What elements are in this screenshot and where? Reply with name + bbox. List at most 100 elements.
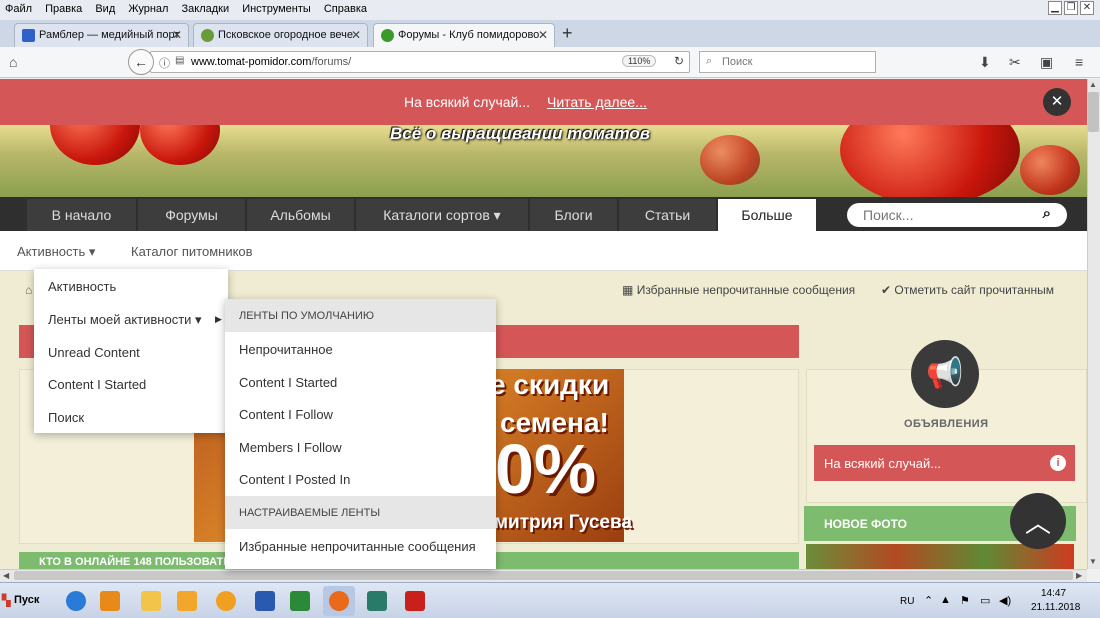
tray-expand-icon[interactable]: ⌃	[924, 594, 933, 607]
menu-view[interactable]: Вид	[90, 0, 120, 15]
language-indicator[interactable]: RU	[900, 596, 914, 607]
close-window-icon[interactable]: ✕	[1080, 1, 1094, 15]
scroll-up-icon[interactable]: ▲	[1089, 80, 1097, 89]
tab-close-icon[interactable]: ✕	[538, 28, 548, 42]
taskbar-firefox[interactable]	[323, 586, 355, 616]
info-icon[interactable]: ⓘ	[159, 55, 170, 71]
fav-unread-label: Избранные непрочитанные сообщения	[636, 283, 856, 297]
pskov-favicon-icon	[201, 29, 214, 42]
nav-blogs[interactable]: Блоги	[530, 199, 617, 231]
tomato-favicon-icon	[381, 29, 394, 42]
home-icon[interactable]: ⌂	[9, 54, 17, 70]
tab-rambler[interactable]: Рамблер — медийный порт ✕	[14, 23, 189, 47]
notice-close-button[interactable]: ✕	[1043, 88, 1071, 116]
nursery-catalog-link[interactable]: Каталог питомников	[131, 244, 253, 259]
site-search-placeholder: Поиск...	[863, 207, 914, 223]
reload-icon[interactable]: ↻	[674, 54, 684, 68]
taskbar-app[interactable]	[210, 586, 242, 616]
promo-line-1: е скидки	[490, 369, 610, 400]
stream-icon: ▦	[622, 283, 634, 297]
fav-unread-link[interactable]: ▦ Избранные непрочитанные сообщения	[622, 283, 855, 297]
taskbar-excel[interactable]	[284, 586, 316, 616]
announcement-item[interactable]: На всякий случай...	[814, 445, 1075, 481]
menu-edit[interactable]: Правка	[40, 0, 87, 15]
menu-bookmarks[interactable]: Закладки	[177, 0, 235, 15]
menu-file[interactable]: Файл	[0, 0, 37, 15]
search-icon[interactable]: ⌕	[1043, 205, 1051, 222]
taskbar-media[interactable]	[94, 586, 126, 616]
back-button[interactable]: ←	[128, 49, 154, 75]
tray-app-icon[interactable]: ▲	[940, 594, 951, 606]
scroll-down-icon[interactable]: ▼	[1089, 557, 1097, 566]
zoom-indicator[interactable]: 110%	[622, 55, 657, 67]
url-path: /forums/	[311, 56, 352, 68]
scroll-right-icon[interactable]: ▶	[1076, 571, 1082, 580]
volume-icon[interactable]: ◀)	[999, 594, 1011, 607]
stream-unread[interactable]: Непрочитанное	[239, 342, 333, 357]
hamburger-menu-icon[interactable]: ≡	[1075, 54, 1083, 70]
nav-albums[interactable]: Альбомы	[247, 199, 354, 231]
site-search-input[interactable]: Поиск... ⌕	[847, 203, 1067, 227]
clock-date[interactable]: 21.11.2018	[1031, 602, 1080, 613]
menu-search[interactable]: Поиск	[48, 410, 84, 425]
activity-menu-toggle[interactable]: Активность ▾	[17, 244, 95, 260]
restore-icon[interactable]: ❐	[1064, 1, 1078, 15]
taskbar-pdf[interactable]	[399, 586, 431, 616]
info-icon[interactable]: i	[1050, 455, 1066, 471]
main-nav: В начало Форумы Альбомы Каталоги сортов …	[0, 197, 1087, 231]
stream-content-follow[interactable]: Content I Follow	[239, 407, 333, 422]
menu-help[interactable]: Справка	[319, 0, 372, 15]
outlook-icon	[177, 591, 197, 611]
tab-pskov[interactable]: Псковское огородное вече ✕	[193, 23, 368, 47]
stream-content-started[interactable]: Content I Started	[239, 375, 337, 390]
scroll-to-top-button[interactable]: ︿	[1010, 493, 1066, 549]
tab-tomat-forum[interactable]: Форумы - Клуб помидорово ✕	[373, 23, 555, 47]
search-placeholder: Поиск	[722, 56, 753, 68]
taskbar-ie[interactable]	[60, 586, 92, 616]
custom-streams-header: НАСТРАИВАЕМЫЕ ЛЕНТЫ	[225, 496, 496, 529]
menu-content-started[interactable]: Content I Started	[48, 377, 146, 392]
firefox-icon	[329, 591, 349, 611]
tab-close-icon[interactable]: ✕	[351, 28, 361, 42]
browser-search-input[interactable]: ⌕ Поиск	[699, 51, 876, 73]
screenshot-icon[interactable]: ✂	[1009, 54, 1021, 71]
menu-unread-content[interactable]: Unread Content	[48, 345, 140, 360]
nav-articles[interactable]: Статьи	[619, 199, 716, 231]
horizontal-scroll-thumb[interactable]	[14, 571, 1073, 580]
minimize-icon[interactable]: ▁	[1048, 1, 1062, 15]
action-center-icon[interactable]: ⚑	[960, 594, 970, 607]
vertical-scrollbar[interactable]	[1087, 79, 1100, 569]
menu-history[interactable]: Журнал	[123, 0, 173, 15]
clock-time[interactable]: 14:47	[1041, 588, 1066, 599]
notice-read-more-link[interactable]: Читать далее...	[547, 94, 647, 110]
nav-more[interactable]: Больше	[718, 199, 816, 231]
start-button[interactable]: ▚ Пуск	[0, 585, 46, 617]
scroll-left-icon[interactable]: ◀	[3, 571, 9, 580]
taskbar-window[interactable]	[361, 586, 393, 616]
vertical-scroll-thumb[interactable]	[1088, 92, 1099, 132]
menu-my-streams[interactable]: Ленты моей активности ▾	[48, 312, 202, 328]
taskbar-outlook[interactable]	[171, 586, 203, 616]
taskbar-explorer[interactable]	[135, 586, 167, 616]
nav-catalogs[interactable]: Каталоги сортов ▾	[356, 199, 528, 231]
stream-members-follow[interactable]: Members I Follow	[239, 440, 342, 455]
page-icon: ▤	[175, 55, 185, 66]
system-tray: RU ⌃ ▲ ⚑ ▭ ◀) 14:47 21.11.2018	[893, 585, 1100, 617]
chevron-right-icon: ▶	[215, 314, 222, 324]
breadcrumb-home-icon[interactable]: ⌂	[25, 283, 32, 297]
tab-close-icon[interactable]: ✕	[172, 28, 182, 42]
new-tab-icon[interactable]: +	[562, 23, 573, 44]
mark-read-link[interactable]: ✔ Отметить сайт прочитанным	[881, 283, 1054, 297]
taskbar-word[interactable]	[249, 586, 281, 616]
sidebar-icon[interactable]: ▣	[1040, 54, 1053, 71]
nav-home[interactable]: В начало	[27, 199, 136, 231]
nav-forums[interactable]: Форумы	[138, 199, 245, 231]
network-icon[interactable]: ▭	[980, 594, 990, 607]
promo-line-4: митрия Гусева	[494, 512, 632, 533]
stream-fav-unread[interactable]: Избранные непрочитанные сообщения	[239, 539, 476, 554]
url-bar[interactable]: ⓘ ▤ www.tomat-pomidor.com/forums/	[150, 51, 690, 73]
stream-content-posted[interactable]: Content I Posted In	[239, 472, 350, 487]
menu-tools[interactable]: Инструменты	[237, 0, 316, 15]
download-icon[interactable]: ⬇	[979, 54, 991, 71]
menu-activity[interactable]: Активность	[48, 279, 116, 294]
